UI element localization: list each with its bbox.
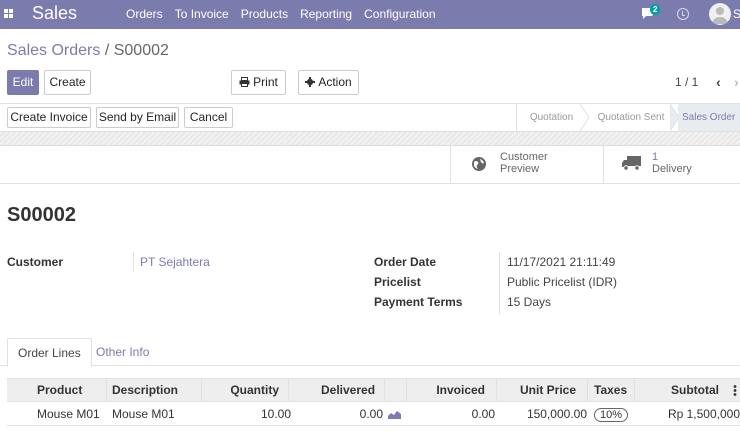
order-lines-header: Product Description Quantity Delivered I… (7, 378, 740, 402)
column-divider (384, 379, 385, 401)
column-description[interactable]: Description (112, 379, 178, 401)
order-date-field[interactable]: 11/17/2021 21:11:49 (507, 255, 615, 269)
pricelist-field[interactable]: Public Pricelist (IDR) (507, 275, 617, 289)
pricelist-label: Pricelist (374, 275, 421, 289)
column-delivered[interactable]: Delivered (321, 379, 375, 401)
menu-item-reporting[interactable]: Reporting (300, 0, 352, 29)
printer-icon (239, 77, 250, 87)
sheet-background (0, 132, 740, 146)
customer-preview-line2: Preview (500, 163, 540, 175)
pager-value[interactable]: 1 / 1 (675, 75, 698, 89)
create-button[interactable]: Create (44, 70, 91, 95)
breadcrumb: Sales Orders / S00002 (7, 42, 169, 60)
top-navbar: Sales Orders To Invoice Products Reporti… (0, 0, 740, 29)
send-by-email-button[interactable]: Send by Email (96, 107, 179, 128)
globe-icon (472, 157, 486, 171)
cell-description: Mouse M01 (112, 407, 175, 421)
customer-field[interactable]: PT Sejahtera (140, 255, 210, 269)
stage-quotation-sent[interactable]: Quotation Sent (592, 104, 670, 131)
menu-item-orders[interactable]: Orders (126, 0, 163, 29)
action-label: Action (318, 75, 352, 89)
table-row[interactable]: Mouse M01 Mouse M01 10.00 0.00 0.00 150,… (7, 402, 740, 426)
action-button[interactable]: Action (298, 70, 359, 95)
truck-icon (622, 156, 641, 171)
forecast-graph-icon[interactable] (388, 410, 401, 419)
tab-order-lines[interactable]: Order Lines (7, 338, 92, 367)
customer-preview-line1: Customer (500, 151, 548, 163)
apps-menu-icon[interactable] (4, 9, 13, 18)
tab-other-info[interactable]: Other Info (86, 338, 159, 367)
customer-label: Customer (7, 255, 64, 269)
payment-terms-label: Payment Terms (374, 295, 463, 309)
column-quantity[interactable]: Quantity (201, 379, 279, 401)
delivery-smart-button[interactable]: 1 Delivery (603, 146, 740, 184)
order-date-label: Order Date (374, 255, 437, 269)
notebook-tabs: Order Lines Other Info (0, 338, 740, 367)
cell-invoiced: 0.00 (471, 407, 495, 421)
delivery-count: 1 (652, 151, 659, 163)
smart-buttons-box: Customer Preview 1 Delivery (0, 146, 740, 184)
cell-taxes: 10% (594, 402, 629, 426)
create-invoice-button[interactable]: Create Invoice (7, 107, 91, 128)
menu-item-products[interactable]: Products (241, 0, 288, 29)
breadcrumb-separator: / (100, 42, 114, 59)
column-invoiced[interactable]: Invoiced (406, 379, 485, 401)
cell-unit-price: 150,000.00 (526, 407, 587, 421)
print-button[interactable]: Print (231, 70, 286, 95)
activity-clock-icon[interactable] (677, 8, 689, 20)
chat-count-badge: 2 (650, 4, 661, 15)
stage-sales-order[interactable]: Sales Order (678, 104, 740, 131)
column-product[interactable]: Product (37, 379, 82, 401)
edit-button[interactable]: Edit (7, 70, 39, 95)
column-taxes[interactable]: Taxes (594, 379, 627, 401)
field-divider (133, 252, 134, 272)
gear-icon (305, 77, 316, 87)
menu-item-to-invoice[interactable]: To Invoice (175, 0, 229, 29)
column-subtotal[interactable]: Subtotal (634, 379, 719, 401)
breadcrumb-current: S00002 (113, 42, 169, 59)
optional-columns-icon[interactable] (733, 385, 737, 396)
menu-item-configuration[interactable]: Configuration (364, 0, 435, 29)
column-divider (288, 379, 289, 401)
status-bar: Create Invoice Send by Email Cancel Quot… (0, 103, 740, 132)
print-label: Print (253, 75, 278, 89)
stage-separator-icon (580, 104, 590, 131)
cell-delivered: 0.00 (359, 407, 383, 421)
breadcrumb-sales-orders[interactable]: Sales Orders (7, 42, 100, 59)
column-divider (587, 379, 588, 401)
order-name-title: S00002 (7, 204, 76, 226)
field-divider (499, 252, 500, 314)
cell-quantity: 10.00 (260, 407, 291, 421)
tax-tag: 10% (594, 408, 629, 422)
cancel-button[interactable]: Cancel (184, 107, 233, 128)
column-divider (106, 379, 107, 401)
delivery-label: Delivery (652, 163, 692, 175)
pager-previous-icon[interactable]: ‹ (716, 74, 721, 90)
stage-quotation[interactable]: Quotation (516, 104, 586, 131)
app-brand[interactable]: Sales (32, 3, 77, 24)
cell-product: Mouse M01 (37, 407, 100, 421)
payment-terms-field[interactable]: 15 Days (507, 295, 551, 309)
cell-subtotal: Rp 1,500,000 (667, 407, 740, 421)
customer-preview-button[interactable]: Customer Preview (450, 146, 603, 184)
column-unit-price[interactable]: Unit Price (496, 379, 576, 401)
user-silhouette-icon (712, 7, 728, 24)
pager-next-icon[interactable]: › (734, 74, 739, 90)
user-name[interactable]: S (733, 7, 740, 21)
user-avatar[interactable] (709, 3, 731, 25)
main-menu: Orders To Invoice Products Reporting Con… (126, 0, 448, 29)
